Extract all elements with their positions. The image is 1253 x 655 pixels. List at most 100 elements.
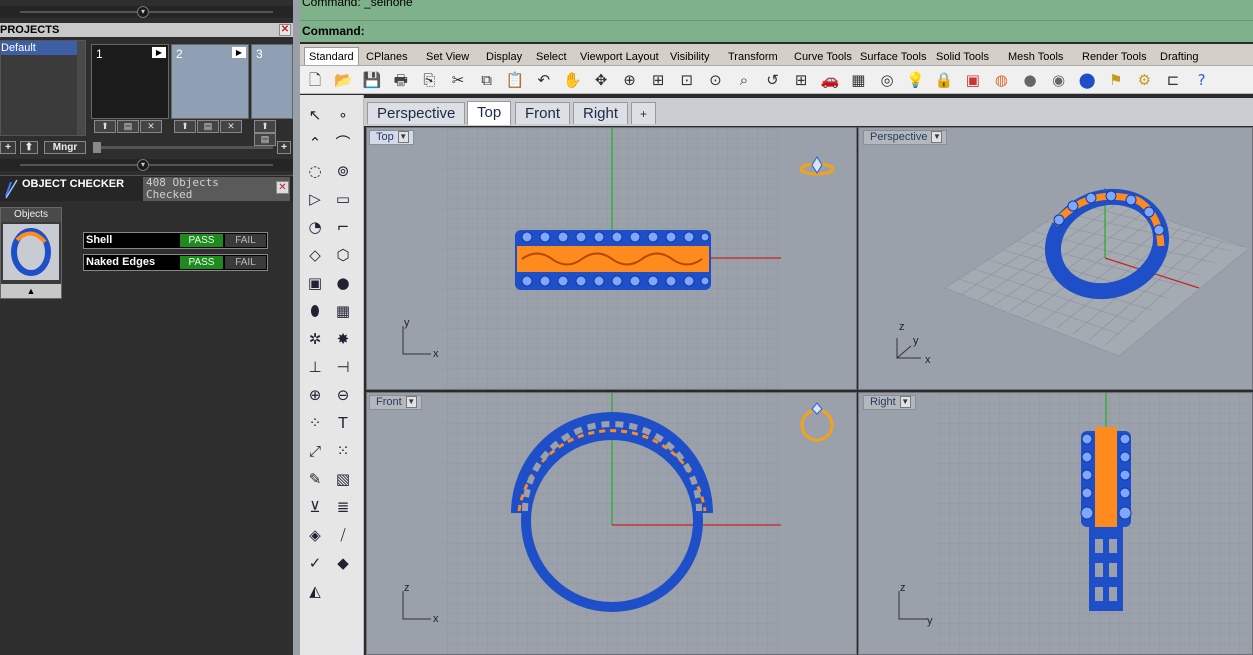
zoom-target-icon[interactable]: ⌕ (733, 69, 755, 91)
layer-icon[interactable]: ▣ (962, 69, 984, 91)
dimension-icon[interactable]: ⊻ (303, 495, 327, 519)
import-icon[interactable]: ⎘ (418, 69, 440, 91)
fail-button[interactable]: FAIL (225, 234, 266, 247)
curve-icon[interactable]: ⌒ (331, 131, 355, 155)
close-icon[interactable]: ✕ (279, 24, 291, 36)
thumbnail-slider[interactable] (93, 142, 273, 153)
panel-splitter[interactable]: ▾ (0, 6, 293, 18)
tab-transform[interactable]: Transform (724, 48, 782, 66)
play-arrow-icon[interactable]: ▶ (232, 47, 246, 58)
transform-icon[interactable]: ✲ (303, 327, 327, 351)
arc-icon[interactable]: ◔ (303, 215, 327, 239)
fillet-icon[interactable]: ⌐ (331, 215, 355, 239)
tools-icon[interactable]: ⚑ (1105, 69, 1127, 91)
tab-curve-tools[interactable]: Curve Tools (790, 48, 856, 66)
collapse-up-icon[interactable]: ▲ (1, 284, 61, 298)
viewport-label-right[interactable]: Right ▼ (863, 395, 916, 410)
add-viewport-tab-icon[interactable]: + (631, 102, 657, 124)
viewport-label-top[interactable]: Top ▼ (369, 130, 414, 145)
ellipse-icon[interactable]: ⊚ (331, 159, 355, 183)
tab-mesh-tools[interactable]: Mesh Tools (1004, 48, 1067, 66)
tab-surface-tools[interactable]: Surface Tools (856, 48, 930, 66)
select-arrow-icon[interactable]: ↖ (303, 103, 327, 127)
trim-icon[interactable]: ⊥ (303, 355, 327, 379)
project-item-default[interactable]: Default (1, 41, 79, 55)
tab-select[interactable]: Select (532, 48, 571, 66)
fail-button[interactable]: FAIL (225, 256, 266, 269)
boolean-diff-icon[interactable]: ⊖ (331, 383, 355, 407)
new-file-icon[interactable]: 🗋 (304, 69, 326, 91)
project-thumbnail[interactable]: 1 ▶ (91, 44, 169, 119)
viewport-right[interactable]: Right ▼ z y (858, 392, 1253, 655)
move-icon[interactable]: ⤢ (303, 439, 327, 463)
blue-sphere-icon[interactable]: ⬤ (1076, 69, 1098, 91)
pan-hand-icon[interactable]: ✋ (561, 69, 583, 91)
material-sphere-icon[interactable]: ◉ (1048, 69, 1070, 91)
car-icon[interactable]: 🚗 (819, 69, 841, 91)
delete-thumb-button[interactable]: ✕ (220, 120, 242, 133)
help-icon[interactable]: ? (1191, 69, 1213, 91)
pass-button[interactable]: PASS (180, 256, 223, 269)
text-icon[interactable]: T (331, 411, 355, 435)
zoom-previous-icon[interactable]: ↺ (762, 69, 784, 91)
dropdown-arrow-icon[interactable]: ▼ (899, 396, 911, 408)
gear-icon[interactable]: ⚙ (1133, 69, 1155, 91)
zoom-selected-icon[interactable]: ⊙ (704, 69, 726, 91)
viewport-perspective[interactable]: Perspective ▼ z y x (858, 127, 1253, 390)
move-up-button[interactable]: ⬆ (94, 120, 116, 133)
point-icon[interactable]: ∘ (331, 103, 355, 127)
viewport-tab-perspective[interactable]: Perspective (367, 102, 466, 124)
circle-icon[interactable]: ◌ (303, 159, 327, 183)
boolean-union-icon[interactable]: ⊕ (303, 383, 327, 407)
lock-icon[interactable]: 🔒 (933, 69, 955, 91)
command-line[interactable]: Command: (300, 20, 1253, 42)
print-icon[interactable]: 🖶 (390, 69, 412, 91)
split-icon[interactable]: ⊣ (331, 355, 355, 379)
viewport-tab-front[interactable]: Front (515, 102, 571, 124)
save-thumb-button[interactable]: ▤ (197, 120, 219, 133)
rotate-view-icon[interactable]: ✥ (590, 69, 612, 91)
viewport-top[interactable]: Top ▼ y x (366, 127, 857, 390)
viewport-front[interactable]: Front ▼ z x (366, 392, 857, 655)
move-up-button[interactable]: ⬆ (254, 120, 276, 133)
viewport-tab-right[interactable]: Right (573, 102, 629, 124)
add-thumbnail-button[interactable]: + (277, 141, 291, 154)
cylinder-icon[interactable]: ⬮ (303, 299, 327, 323)
extrude-icon[interactable]: ⬡ (331, 243, 355, 267)
move-up-button[interactable]: ⬆ (174, 120, 196, 133)
undo-icon[interactable]: ↶ (533, 69, 555, 91)
objects-tab[interactable]: Objects (1, 208, 61, 222)
explode-icon[interactable]: ✸ (331, 327, 355, 351)
dropdown-arrow-icon[interactable]: ▼ (405, 396, 417, 408)
add-project-button[interactable]: + (0, 141, 16, 154)
render-icon[interactable]: ◭ (303, 579, 327, 603)
zoom-extents-icon[interactable]: ⊡ (676, 69, 698, 91)
grid-icon[interactable]: ▦ (847, 69, 869, 91)
tab-set-view[interactable]: Set View (422, 48, 473, 66)
viewport-label-perspective[interactable]: Perspective ▼ (863, 130, 948, 145)
save-icon[interactable]: 💾 (361, 69, 383, 91)
tab-render-tools[interactable]: Render Tools (1078, 48, 1151, 66)
move-up-button[interactable]: ⬆ (20, 141, 38, 154)
project-list[interactable]: Default (0, 40, 86, 136)
dropdown-arrow-icon[interactable]: ▼ (931, 131, 943, 143)
splitter-toggle-icon[interactable]: ▾ (137, 159, 149, 171)
viewport-tab-top[interactable]: Top (467, 101, 512, 125)
dots-icon[interactable]: ⁘ (303, 411, 327, 435)
close-icon[interactable]: ✕ (276, 181, 289, 194)
ring-preview-thumbnail[interactable] (3, 224, 59, 280)
solid-icon[interactable]: ◆ (331, 551, 355, 575)
transform-icon[interactable]: ⊏ (1162, 69, 1184, 91)
panel-splitter[interactable]: ▾ (0, 159, 293, 171)
zoom-window-icon[interactable]: ⊞ (647, 69, 669, 91)
manager-button[interactable]: Mngr (44, 141, 86, 154)
edit-icon[interactable]: ✎ (303, 467, 327, 491)
tab-solid-tools[interactable]: Solid Tools (932, 48, 993, 66)
polygon-icon[interactable]: ▷ (303, 187, 327, 211)
array-icon[interactable]: ⁙ (331, 439, 355, 463)
project-list-scrollbar[interactable] (77, 41, 85, 135)
tab-standard[interactable]: Standard (304, 47, 359, 65)
color-wheel-icon[interactable]: ◍ (990, 69, 1012, 91)
four-viewports-icon[interactable]: ⊞ (790, 69, 812, 91)
box-icon[interactable]: ▣ (303, 271, 327, 295)
